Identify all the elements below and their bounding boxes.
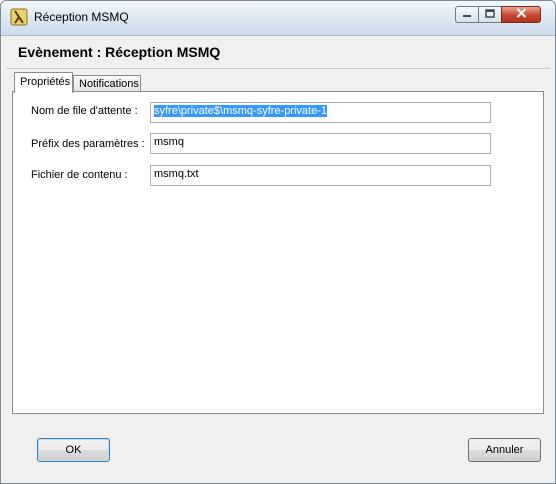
- content-file-value: msmq.txt: [154, 168, 199, 180]
- param-prefix-input[interactable]: msmq: [150, 133, 491, 154]
- close-icon: [516, 8, 527, 21]
- queue-name-value: syfre\private$\msmq-syfre-private-1: [154, 105, 327, 117]
- maximize-icon: [485, 8, 495, 21]
- minimize-icon: [462, 9, 472, 21]
- maximize-button[interactable]: [478, 6, 502, 23]
- page-title: Evènement : Réception MSMQ: [18, 44, 221, 60]
- param-prefix-value: msmq: [154, 136, 184, 148]
- app-lambda-icon: [10, 8, 28, 26]
- close-button[interactable]: [501, 6, 541, 23]
- queue-name-label: Nom de file d'attente :: [31, 105, 138, 117]
- minimize-button[interactable]: [455, 6, 479, 23]
- ok-button[interactable]: OK: [37, 438, 110, 462]
- content-file-input[interactable]: msmq.txt: [150, 165, 491, 186]
- queue-name-input[interactable]: syfre\private$\msmq-syfre-private-1: [150, 102, 491, 123]
- dialog-window: Réception MSMQ Evènement : Réception MSM…: [0, 0, 556, 484]
- window-title: Réception MSMQ: [34, 10, 129, 24]
- tab-proprietes[interactable]: Propriétés: [14, 72, 73, 93]
- param-prefix-label: Préfix des paramètres :: [31, 138, 145, 150]
- cancel-button[interactable]: Annuler: [468, 438, 541, 462]
- tab-notifications[interactable]: Notifications: [73, 75, 141, 92]
- title-bar[interactable]: Réception MSMQ: [1, 1, 555, 36]
- content-file-label: Fichier de contenu :: [31, 169, 128, 181]
